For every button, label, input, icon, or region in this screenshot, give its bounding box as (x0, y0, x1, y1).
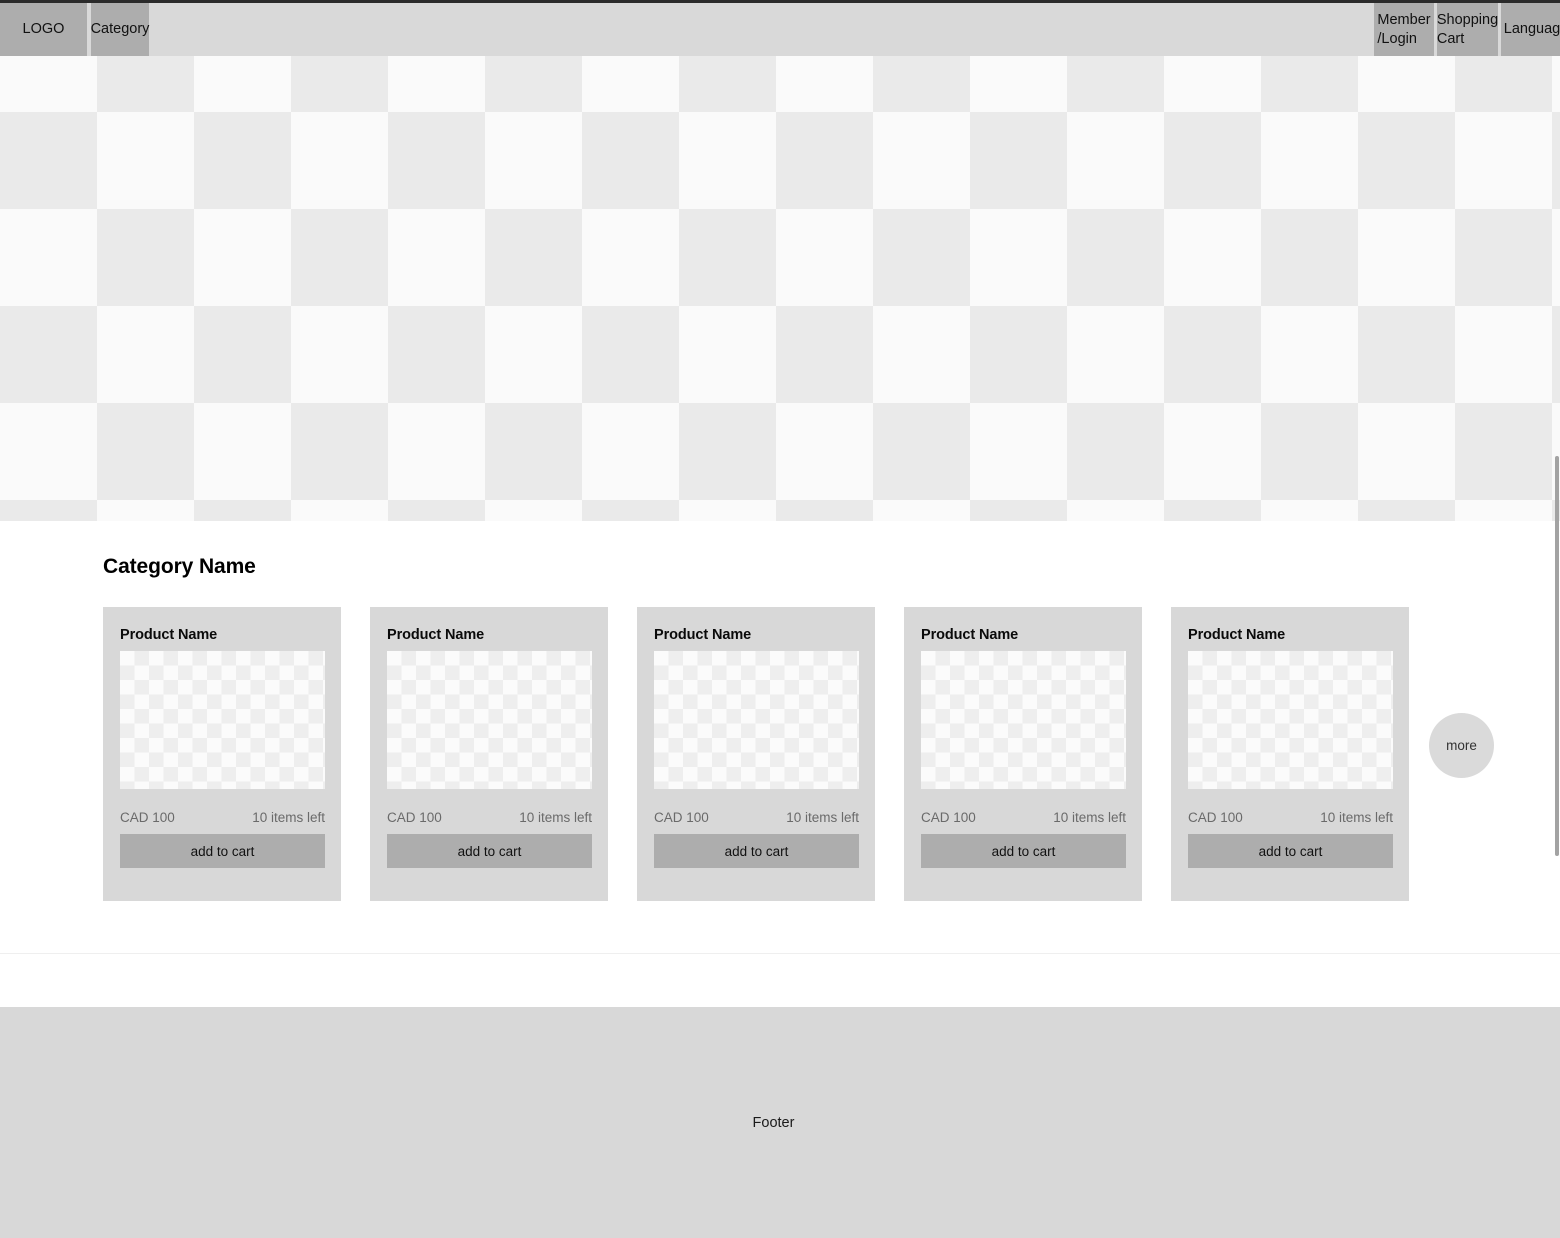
footer-label: Footer (752, 1114, 795, 1131)
nav-item-shopping-cart[interactable]: Shopping Cart (1437, 3, 1498, 56)
add-to-cart-button[interactable]: add to cart (654, 834, 859, 868)
product-card-row: Product Name CAD 100 10 items left add t… (0, 607, 1560, 901)
site-header: LOGO Category Member /Login Shopping Car… (0, 3, 1560, 56)
product-price: CAD 100 (654, 810, 709, 825)
scrollbar-thumb[interactable] (1555, 456, 1559, 856)
product-meta: CAD 100 10 items left (387, 810, 592, 825)
product-price: CAD 100 (921, 810, 976, 825)
product-price: CAD 100 (387, 810, 442, 825)
site-footer: Footer (0, 1007, 1560, 1238)
product-image-placeholder (1188, 651, 1393, 789)
product-card[interactable]: Product Name CAD 100 10 items left add t… (370, 607, 608, 901)
more-products-button[interactable]: more (1429, 713, 1494, 778)
product-name: Product Name (387, 627, 485, 643)
product-meta: CAD 100 10 items left (654, 810, 859, 825)
product-card[interactable]: Product Name CAD 100 10 items left add t… (904, 607, 1142, 901)
category-products-section: Category Name Product Name CAD 100 10 it… (0, 521, 1560, 953)
product-name: Product Name (120, 627, 218, 643)
section-divider (0, 953, 1560, 954)
product-stock: 10 items left (1320, 810, 1393, 825)
product-name: Product Name (654, 627, 752, 643)
product-stock: 10 items left (519, 810, 592, 825)
product-meta: CAD 100 10 items left (921, 810, 1126, 825)
add-to-cart-button[interactable]: add to cart (387, 834, 592, 868)
add-to-cart-button[interactable]: add to cart (921, 834, 1126, 868)
product-stock: 10 items left (786, 810, 859, 825)
product-name: Product Name (1188, 627, 1286, 643)
product-price: CAD 100 (1188, 810, 1243, 825)
product-card[interactable]: Product Name CAD 100 10 items left add t… (103, 607, 341, 901)
nav-item-language[interactable]: Language (1501, 3, 1560, 56)
vertical-scrollbar[interactable] (1555, 56, 1560, 1238)
hero-banner-placeholder (0, 56, 1560, 521)
product-image-placeholder (921, 651, 1126, 789)
product-price: CAD 100 (120, 810, 175, 825)
product-image-placeholder (120, 651, 325, 789)
page-root: LOGO Category Member /Login Shopping Car… (0, 0, 1560, 1238)
product-meta: CAD 100 10 items left (1188, 810, 1393, 825)
product-image-placeholder (387, 651, 592, 789)
product-image-placeholder (654, 651, 859, 789)
nav-item-category[interactable]: Category (91, 3, 149, 56)
add-to-cart-button[interactable]: add to cart (1188, 834, 1393, 868)
product-meta: CAD 100 10 items left (120, 810, 325, 825)
nav-item-member-login[interactable]: Member /Login (1374, 3, 1434, 56)
product-card[interactable]: Product Name CAD 100 10 items left add t… (637, 607, 875, 901)
product-name: Product Name (921, 627, 1019, 643)
logo-button[interactable]: LOGO (0, 3, 87, 56)
product-card[interactable]: Product Name CAD 100 10 items left add t… (1171, 607, 1409, 901)
section-title: Category Name (103, 555, 256, 578)
add-to-cart-button[interactable]: add to cart (120, 834, 325, 868)
product-stock: 10 items left (1053, 810, 1126, 825)
product-stock: 10 items left (252, 810, 325, 825)
